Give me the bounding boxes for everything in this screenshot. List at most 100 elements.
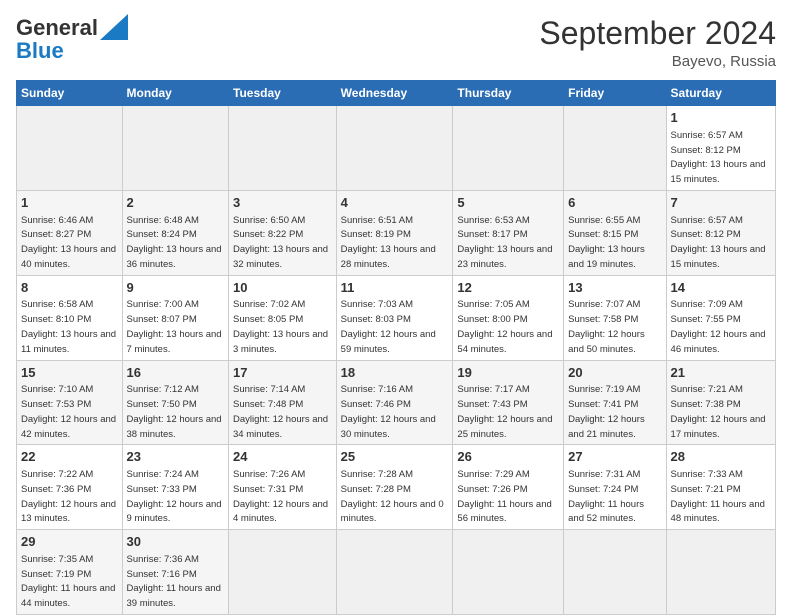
logo: General Blue	[16, 16, 128, 64]
calendar-cell: 17Sunrise: 7:14 AM Sunset: 7:48 PM Dayli…	[229, 360, 337, 445]
calendar-header-row: Sunday Monday Tuesday Wednesday Thursday…	[17, 81, 776, 106]
calendar-cell: 18Sunrise: 7:16 AM Sunset: 7:46 PM Dayli…	[336, 360, 453, 445]
logo-blue: Blue	[16, 38, 64, 64]
title-block: September 2024 Bayevo, Russia	[539, 16, 776, 70]
calendar-cell: 25 Sunrise: 7:28 AM Sunset: 7:28 PM Dayli…	[336, 445, 453, 530]
day-number: 14	[671, 279, 771, 297]
cell-info: Sunrise: 6:55 AM Sunset: 8:15 PM Dayligh…	[568, 215, 647, 270]
day-number: 5	[457, 194, 559, 212]
cell-info: Sunrise: 7:33 AM Sunset: 7:21 PM Dayligh…	[671, 469, 768, 524]
col-sunday: Sunday	[17, 81, 123, 106]
calendar-week-2: 8Sunrise: 6:58 AM Sunset: 8:10 PM Daylig…	[17, 275, 776, 360]
calendar-cell	[453, 530, 564, 615]
calendar-cell: 16 Sunrise: 7:12 AM Sunset: 7:50 PM Dayli…	[122, 360, 228, 445]
calendar-week-4: 22 Sunrise: 7:22 AM Sunset: 7:36 PM Dayli…	[17, 445, 776, 530]
col-saturday: Saturday	[666, 81, 775, 106]
logo-block: General Blue	[16, 16, 128, 64]
day-number: 2	[127, 194, 224, 212]
calendar-week-0: 1Sunrise: 6:57 AM Sunset: 8:12 PM Daylig…	[17, 106, 776, 191]
cell-info: Sunrise: 7:36 AM Sunset: 7:16 PM Dayligh…	[127, 554, 224, 609]
calendar-cell	[122, 106, 228, 191]
day-number: 21	[671, 364, 771, 382]
cell-info: Sunrise: 7:14 AM Sunset: 7:48 PM Dayligh…	[233, 384, 331, 439]
day-number: 9	[127, 279, 224, 297]
cell-info: Sunrise: 7:28 AM Sunset: 7:28 PM Dayligh…	[341, 469, 447, 524]
calendar-cell: 26Sunrise: 7:29 AM Sunset: 7:26 PM Dayli…	[453, 445, 564, 530]
col-wednesday: Wednesday	[336, 81, 453, 106]
day-number: 22	[21, 448, 118, 466]
day-number: 4	[341, 194, 449, 212]
cell-info: Sunrise: 7:22 AM Sunset: 7:36 PM Dayligh…	[21, 469, 119, 524]
day-number: 1	[21, 194, 118, 212]
calendar-cell: 1Sunrise: 6:46 AM Sunset: 8:27 PM Daylig…	[17, 190, 123, 275]
day-number: 15	[21, 364, 118, 382]
calendar-cell: 6 Sunrise: 6:55 AM Sunset: 8:15 PM Daylig…	[564, 190, 666, 275]
cell-info: Sunrise: 6:57 AM Sunset: 8:12 PM Dayligh…	[671, 130, 769, 185]
calendar-cell: 23Sunrise: 7:24 AM Sunset: 7:33 PM Dayli…	[122, 445, 228, 530]
calendar-cell	[336, 530, 453, 615]
calendar-cell: 1Sunrise: 6:57 AM Sunset: 8:12 PM Daylig…	[666, 106, 775, 191]
day-number: 30	[127, 533, 224, 551]
col-tuesday: Tuesday	[229, 81, 337, 106]
day-number: 20	[568, 364, 661, 382]
calendar-cell	[666, 530, 775, 615]
cell-info: Sunrise: 7:07 AM Sunset: 7:58 PM Dayligh…	[568, 299, 647, 354]
cell-info: Sunrise: 7:03 AM Sunset: 8:03 PM Dayligh…	[341, 299, 439, 354]
calendar-cell: 28 Sunrise: 7:33 AM Sunset: 7:21 PM Dayli…	[666, 445, 775, 530]
day-number: 3	[233, 194, 332, 212]
calendar-cell	[17, 106, 123, 191]
day-number: 7	[671, 194, 771, 212]
day-number: 27	[568, 448, 661, 466]
day-number: 12	[457, 279, 559, 297]
calendar-cell: 10Sunrise: 7:02 AM Sunset: 8:05 PM Dayli…	[229, 275, 337, 360]
col-friday: Friday	[564, 81, 666, 106]
calendar-table: Sunday Monday Tuesday Wednesday Thursday…	[16, 80, 776, 615]
day-number: 25	[341, 448, 449, 466]
calendar-cell: 9 Sunrise: 7:00 AM Sunset: 8:07 PM Daylig…	[122, 275, 228, 360]
day-number: 13	[568, 279, 661, 297]
day-number: 19	[457, 364, 559, 382]
calendar-week-5: 29 Sunrise: 7:35 AM Sunset: 7:19 PM Dayli…	[17, 530, 776, 615]
day-number: 28	[671, 448, 771, 466]
col-monday: Monday	[122, 81, 228, 106]
cell-info: Sunrise: 7:19 AM Sunset: 7:41 PM Dayligh…	[568, 384, 647, 439]
cell-info: Sunrise: 7:24 AM Sunset: 7:33 PM Dayligh…	[127, 469, 225, 524]
calendar-cell	[564, 106, 666, 191]
cell-info: Sunrise: 7:31 AM Sunset: 7:24 PM Dayligh…	[568, 469, 647, 524]
calendar-cell: 24 Sunrise: 7:26 AM Sunset: 7:31 PM Dayli…	[229, 445, 337, 530]
cell-info: Sunrise: 7:26 AM Sunset: 7:31 PM Dayligh…	[233, 469, 331, 524]
calendar-week-1: 1Sunrise: 6:46 AM Sunset: 8:27 PM Daylig…	[17, 190, 776, 275]
calendar-title: September 2024	[539, 16, 776, 51]
day-number: 24	[233, 448, 332, 466]
day-number: 26	[457, 448, 559, 466]
calendar-cell	[336, 106, 453, 191]
calendar-cell: 22 Sunrise: 7:22 AM Sunset: 7:36 PM Dayli…	[17, 445, 123, 530]
cell-info: Sunrise: 6:48 AM Sunset: 8:24 PM Dayligh…	[127, 215, 225, 270]
calendar-cell: 8Sunrise: 6:58 AM Sunset: 8:10 PM Daylig…	[17, 275, 123, 360]
calendar-cell: 4 Sunrise: 6:51 AM Sunset: 8:19 PM Daylig…	[336, 190, 453, 275]
day-number: 6	[568, 194, 661, 212]
cell-info: Sunrise: 7:02 AM Sunset: 8:05 PM Dayligh…	[233, 299, 331, 354]
cell-info: Sunrise: 7:35 AM Sunset: 7:19 PM Dayligh…	[21, 554, 118, 609]
calendar-cell: 30 Sunrise: 7:36 AM Sunset: 7:16 PM Dayli…	[122, 530, 228, 615]
calendar-cell: 5 Sunrise: 6:53 AM Sunset: 8:17 PM Daylig…	[453, 190, 564, 275]
cell-info: Sunrise: 7:12 AM Sunset: 7:50 PM Dayligh…	[127, 384, 225, 439]
calendar-cell: 12 Sunrise: 7:05 AM Sunset: 8:00 PM Dayli…	[453, 275, 564, 360]
day-number: 18	[341, 364, 449, 382]
col-thursday: Thursday	[453, 81, 564, 106]
calendar-page: General Blue September 2024 Bayevo, Russ…	[0, 0, 792, 612]
day-number: 8	[21, 279, 118, 297]
calendar-cell: 7Sunrise: 6:57 AM Sunset: 8:12 PM Daylig…	[666, 190, 775, 275]
calendar-cell: 13 Sunrise: 7:07 AM Sunset: 7:58 PM Dayli…	[564, 275, 666, 360]
cell-info: Sunrise: 6:53 AM Sunset: 8:17 PM Dayligh…	[457, 215, 555, 270]
day-number: 16	[127, 364, 224, 382]
calendar-cell: 15Sunrise: 7:10 AM Sunset: 7:53 PM Dayli…	[17, 360, 123, 445]
cell-info: Sunrise: 6:50 AM Sunset: 8:22 PM Dayligh…	[233, 215, 331, 270]
day-number: 29	[21, 533, 118, 551]
cell-info: Sunrise: 7:05 AM Sunset: 8:00 PM Dayligh…	[457, 299, 555, 354]
cell-info: Sunrise: 7:21 AM Sunset: 7:38 PM Dayligh…	[671, 384, 769, 439]
cell-info: Sunrise: 7:00 AM Sunset: 8:07 PM Dayligh…	[127, 299, 225, 354]
calendar-week-3: 15Sunrise: 7:10 AM Sunset: 7:53 PM Dayli…	[17, 360, 776, 445]
calendar-location: Bayevo, Russia	[539, 53, 776, 70]
cell-info: Sunrise: 6:51 AM Sunset: 8:19 PM Dayligh…	[341, 215, 439, 270]
